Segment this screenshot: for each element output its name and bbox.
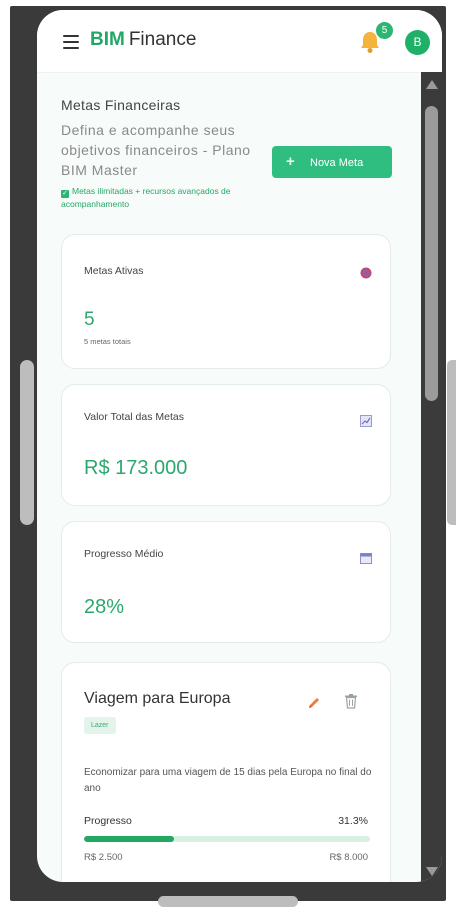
calendar-icon [360, 553, 372, 564]
goal-card: Viagem para Europa Lazer Economizar para… [61, 662, 391, 882]
plan-note: ✓ Metas ilimitadas + recursos avançados d… [61, 185, 281, 211]
goal-description: Economizar para uma viagem de 15 dias pe… [84, 767, 372, 794]
progress-fill [84, 836, 174, 842]
stat-label: Metas Ativas [84, 265, 144, 277]
check-icon: ✓ [61, 190, 69, 198]
stat-card-active-goals: Metas Ativas 5 5 metas totais [61, 234, 391, 369]
stat-card-average-progress: Progresso Médio 28% [61, 521, 391, 643]
plan-note-text: Metas ilimitadas + recursos avançados de… [61, 186, 231, 209]
scrollbar-thumb[interactable] [425, 106, 438, 401]
stat-sub: 5 metas totais [84, 337, 131, 346]
target-icon [360, 267, 372, 279]
brand-finance: Finance [128, 29, 197, 50]
page-title: Metas Financeiras [61, 97, 181, 113]
progress-bar [84, 836, 370, 842]
app-screen: BIM Finance 5 B Metas Financeiras Defina … [37, 10, 442, 882]
scroll-up-arrow[interactable] [426, 80, 438, 89]
scrollbar[interactable] [421, 72, 442, 882]
progress-label: Progresso [84, 815, 132, 827]
window-scroll-handle-left[interactable] [20, 360, 34, 525]
pencil-icon[interactable] [306, 695, 322, 711]
plus-icon: + [286, 153, 295, 170]
stat-value: R$ 173.000 [84, 457, 188, 479]
avatar[interactable]: B [405, 30, 430, 55]
stat-value: 5 [84, 309, 95, 330]
page-description: Defina e acompanhe seus objetivos financ… [61, 122, 251, 178]
stat-label: Valor Total das Metas [84, 411, 184, 423]
window-scroll-handle-right[interactable] [447, 360, 456, 525]
target-amount: R$ 8.000 [329, 852, 368, 863]
main-content: Metas Financeiras Defina e acompanhe seu… [37, 72, 421, 882]
app-brand: BIM Finance [90, 29, 196, 51]
trash-icon[interactable] [344, 693, 358, 709]
stat-label: Progresso Médio [84, 548, 164, 560]
chart-icon [360, 415, 372, 427]
new-goal-label: Nova Meta [310, 157, 364, 169]
window-scroll-handle-bottom[interactable] [158, 896, 298, 907]
brand-bim: BIM [90, 29, 125, 50]
scroll-down-arrow[interactable] [426, 867, 438, 876]
goal-title: Viagem para Europa [84, 690, 231, 707]
progress-percent: 31.3% [338, 815, 368, 827]
stat-card-total-value: Valor Total das Metas R$ 173.000 [61, 384, 391, 506]
stat-value: 28% [84, 596, 125, 618]
menu-icon[interactable] [63, 35, 79, 49]
new-goal-button[interactable]: + Nova Meta [272, 146, 392, 178]
current-amount: R$ 2.500 [84, 852, 123, 863]
notification-badge: 5 [375, 21, 394, 40]
app-header: BIM Finance 5 B [37, 10, 442, 73]
goal-category-tag: Lazer [84, 717, 116, 734]
